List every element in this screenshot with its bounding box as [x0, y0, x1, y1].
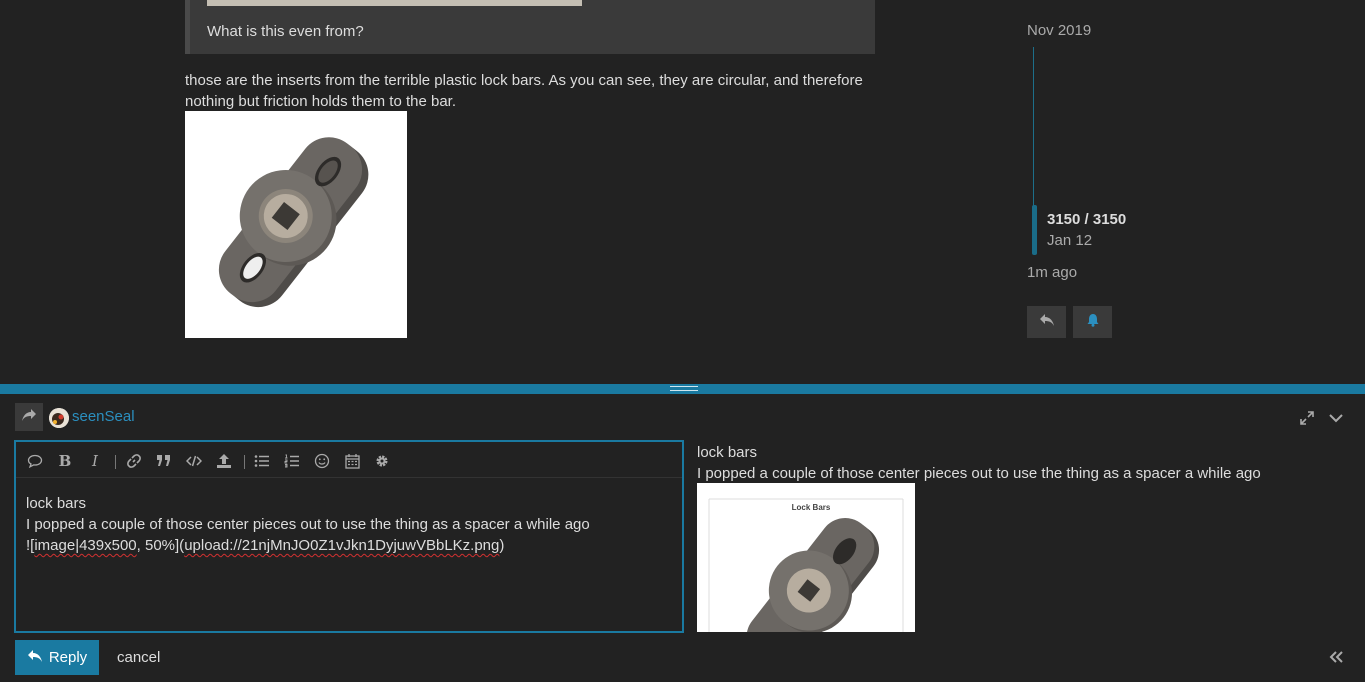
quote-text: What is this even from?: [207, 23, 364, 40]
chevron-down-icon[interactable]: [1326, 408, 1346, 428]
reply-button-label: Reply: [48, 649, 88, 666]
markdown-text: ): [499, 537, 505, 554]
bullet-list-icon[interactable]: [251, 450, 273, 472]
quoted-image[interactable]: [207, 0, 582, 6]
composer-editor[interactable]: B I lock bars I popped a couple of those…: [14, 440, 684, 633]
share-arrow-icon: [21, 408, 37, 426]
timeline-last-activity[interactable]: 1m ago: [1027, 264, 1077, 281]
composer-resize-bar[interactable]: [0, 384, 1365, 394]
reply-icon: [1039, 313, 1055, 331]
link-icon[interactable]: [123, 450, 145, 472]
italic-icon[interactable]: I: [84, 450, 106, 472]
composer: seenSeal B I lock bars I popped a couple…: [0, 394, 1365, 682]
cancel-link[interactable]: cancel: [117, 649, 160, 666]
timeline-current-date: Jan 12: [1047, 232, 1093, 249]
bold-icon[interactable]: B: [54, 450, 76, 472]
timeline-position: 3150 / 3150: [1047, 211, 1127, 228]
preview-line: lock bars: [697, 444, 758, 461]
topic-area: What is this even from? those are the in…: [0, 0, 1365, 384]
timeline-track[interactable]: [1033, 47, 1034, 207]
toolbar-divider: [115, 455, 116, 469]
editor-toolbar: B I: [16, 442, 682, 478]
quote-icon[interactable]: [153, 450, 175, 472]
toolbar-divider: [244, 455, 245, 469]
avatar: [49, 408, 69, 428]
preview-image[interactable]: Lock Bars: [697, 483, 915, 632]
expand-icon[interactable]: [1297, 408, 1317, 428]
editor-textarea[interactable]: lock bars I popped a couple of those cent…: [26, 493, 676, 556]
gear-icon[interactable]: [371, 450, 393, 472]
preview-image-caption: Lock Bars: [791, 503, 831, 512]
editor-line: I popped a couple of those center pieces…: [26, 516, 590, 533]
misspelled-text: upload://21njMnJO0Z1vJkn1DyjuwVBbLKz.png: [184, 537, 500, 554]
post-body: those are the inserts from the terrible …: [185, 72, 863, 110]
upload-icon[interactable]: [213, 450, 235, 472]
editor-line: lock bars: [26, 495, 87, 512]
bell-icon: [1086, 313, 1100, 331]
markdown-text: , 50%](: [136, 537, 185, 554]
reply-topic-button[interactable]: [1027, 306, 1066, 338]
lock-bar-photo[interactable]: [185, 111, 407, 338]
quote-block: What is this even from?: [185, 0, 875, 54]
double-chevron-left-icon[interactable]: [1326, 647, 1346, 667]
reply-to-button[interactable]: [15, 403, 43, 431]
reply-icon: [27, 649, 43, 667]
composer-preview: lock bars I popped a couple of those cen…: [697, 442, 1337, 632]
notification-level-button[interactable]: [1073, 306, 1112, 338]
numbered-list-icon[interactable]: [281, 450, 303, 472]
misspelled-text: image|439x500: [34, 537, 137, 554]
preview-line: I popped a couple of those center pieces…: [697, 465, 1261, 482]
speech-bubble-icon[interactable]: [24, 450, 46, 472]
grip-handle[interactable]: [670, 386, 698, 391]
editor-line: ![image|439x500, 50%](upload://21njMnJO0…: [26, 535, 676, 556]
reply-button[interactable]: Reply: [15, 640, 99, 675]
code-icon[interactable]: [183, 450, 205, 472]
emoji-icon[interactable]: [311, 450, 333, 472]
timeline-start-date[interactable]: Nov 2019: [1027, 22, 1091, 39]
composer-username[interactable]: seenSeal: [72, 408, 135, 425]
calendar-icon[interactable]: [341, 450, 363, 472]
timeline-handle[interactable]: [1032, 205, 1037, 255]
